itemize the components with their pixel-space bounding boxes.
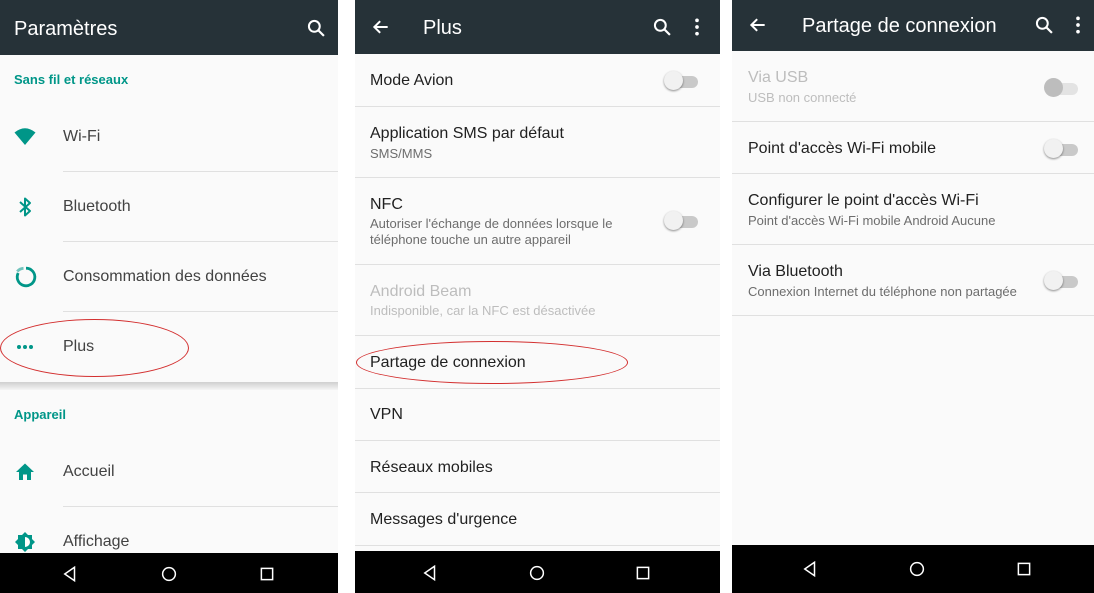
tethering-item-wifi-hotspot[interactable]: Point d'accès Wi-Fi mobile (732, 122, 1094, 174)
settings-item-label: Bluetooth (63, 198, 131, 215)
more-item-mobile-networks[interactable]: Réseaux mobiles (355, 441, 720, 493)
wifi-hotspot-toggle[interactable] (1044, 138, 1078, 158)
system-nav-bar (355, 551, 720, 593)
more-horiz-icon (17, 345, 33, 349)
recents-nav-icon[interactable] (1015, 560, 1033, 578)
page-title: Paramètres (14, 18, 118, 40)
more-item-summary: téléphone touche un autre appareil (370, 232, 571, 247)
home-nav-icon[interactable] (528, 564, 546, 582)
settings-screen: Paramètres Sans fil et réseaux Wi-Fi Blu… (0, 0, 338, 593)
bluetooth-tethering-toggle[interactable] (1044, 270, 1078, 290)
more-item-label: Android Beam (370, 283, 472, 300)
search-icon[interactable] (1034, 15, 1054, 35)
page-title: Plus (423, 17, 462, 39)
back-nav-icon[interactable] (421, 564, 439, 582)
settings-item-label: Plus (63, 338, 95, 355)
more-item-emergency-alerts[interactable]: Messages d'urgence (355, 493, 720, 546)
tethering-item-usb: Via USB USB non connecté (732, 51, 1094, 122)
tethering-screen: Partage de connexion Via USB USB non con… (732, 0, 1094, 593)
more-item-airplane-mode[interactable]: Mode Avion (355, 54, 720, 107)
search-icon[interactable] (306, 18, 326, 38)
tethering-item-label: Configurer le point d'accès Wi-Fi (748, 192, 979, 209)
home-nav-icon[interactable] (160, 565, 178, 583)
more-item-label: Réseaux mobiles (370, 459, 493, 476)
section-separator (0, 382, 338, 390)
more-screen: Plus Mode Avion Application SMS par défa… (355, 0, 720, 593)
home-icon (16, 463, 34, 480)
more-item-android-beam: Android Beam Indisponible, car la NFC es… (355, 265, 720, 336)
settings-item-label: Consommation des données (63, 268, 267, 285)
airplane-mode-toggle[interactable] (664, 70, 698, 90)
divider (355, 545, 720, 546)
search-icon[interactable] (652, 17, 672, 37)
tethering-item-configure-hotspot[interactable]: Configurer le point d'accès Wi-Fi Point … (732, 174, 1094, 245)
home-nav-icon[interactable] (908, 560, 926, 578)
app-bar: Paramètres (0, 0, 338, 55)
brightness-icon (15, 532, 35, 552)
more-item-vpn[interactable]: VPN (355, 389, 720, 441)
settings-item-label: Affichage (63, 533, 130, 550)
recents-nav-icon[interactable] (258, 565, 276, 583)
more-item-label: Messages d'urgence (370, 511, 518, 528)
more-item-label: Mode Avion (370, 72, 454, 89)
more-item-label: VPN (370, 406, 403, 423)
tethering-item-bluetooth[interactable]: Via Bluetooth Connexion Internet du télé… (732, 245, 1094, 316)
usb-tethering-toggle (1044, 77, 1078, 97)
divider (732, 315, 1094, 316)
tethering-item-label: Point d'accès Wi-Fi mobile (748, 140, 936, 157)
more-vert-icon[interactable] (693, 17, 701, 37)
settings-item-label: Accueil (63, 463, 115, 480)
page-title: Partage de connexion (802, 15, 997, 37)
section-header-wireless: Sans fil et réseaux (14, 72, 129, 87)
app-bar: Plus (355, 0, 720, 54)
bluetooth-icon (19, 197, 31, 217)
more-item-label: Application SMS par défaut (370, 125, 564, 142)
tethering-item-label: Via Bluetooth (748, 263, 843, 280)
more-item-label: NFC (370, 196, 403, 213)
wifi-icon (14, 128, 36, 145)
nfc-toggle[interactable] (664, 210, 698, 230)
more-item-label: Partage de connexion (370, 354, 526, 371)
section-header-device: Appareil (14, 407, 67, 422)
settings-item-bluetooth[interactable]: Bluetooth (0, 172, 338, 242)
tethering-item-label: Via USB (748, 69, 809, 86)
settings-item-wifi[interactable]: Wi-Fi (0, 102, 338, 172)
settings-item-display[interactable]: Affichage (0, 507, 338, 553)
more-item-summary: Autoriser l'échange de données lorsque l… (370, 216, 613, 231)
back-nav-icon[interactable] (61, 565, 79, 583)
tethering-item-summary: Point d'accès Wi-Fi mobile Android Aucun… (748, 213, 996, 228)
back-arrow-icon[interactable] (371, 17, 391, 37)
more-item-default-sms[interactable]: Application SMS par défaut SMS/MMS (355, 107, 720, 178)
more-item-tethering[interactable]: Partage de connexion (355, 336, 720, 389)
system-nav-bar (0, 553, 338, 593)
settings-item-home[interactable]: Accueil (0, 437, 338, 507)
recents-nav-icon[interactable] (634, 564, 652, 582)
system-nav-bar (732, 545, 1094, 593)
data-usage-icon (15, 266, 37, 288)
more-item-summary: Indisponible, car la NFC est désactivée (370, 303, 596, 318)
settings-item-label: Wi-Fi (63, 128, 101, 145)
settings-item-data-usage[interactable]: Consommation des données (0, 242, 338, 312)
app-bar: Partage de connexion (732, 0, 1094, 51)
back-nav-icon[interactable] (801, 560, 819, 578)
back-arrow-icon[interactable] (748, 15, 768, 35)
tethering-item-summary: USB non connecté (748, 90, 857, 105)
more-item-nfc[interactable]: NFC Autoriser l'échange de données lorsq… (355, 178, 720, 265)
tethering-item-summary: Connexion Internet du téléphone non part… (748, 284, 1017, 299)
more-item-summary: SMS/MMS (370, 146, 433, 161)
more-vert-icon[interactable] (1074, 15, 1082, 35)
settings-item-more[interactable]: Plus (0, 312, 338, 382)
